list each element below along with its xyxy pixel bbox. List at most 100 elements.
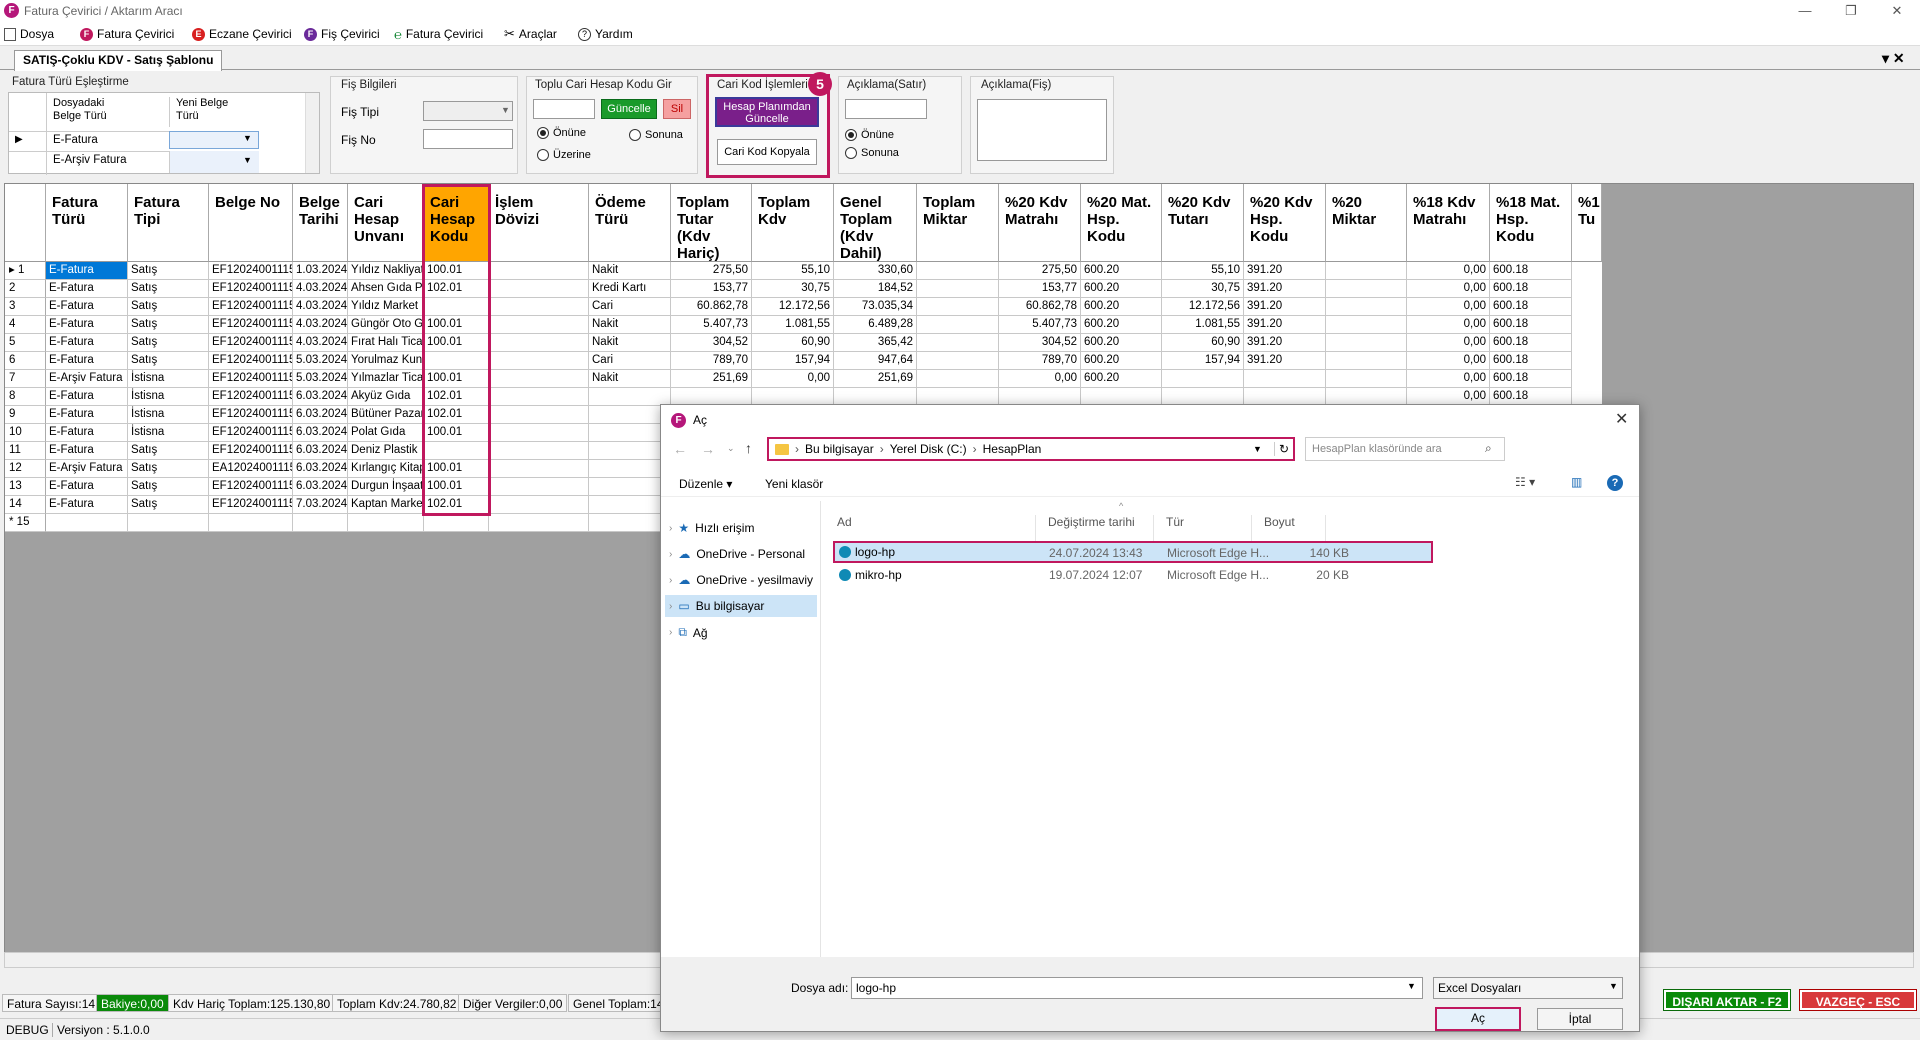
grid-cell[interactable] [489, 262, 589, 280]
grid-cell[interactable]: İstisna [128, 424, 209, 442]
nav-onedrive-personal[interactable]: › ☁ OneDrive - Personal [669, 547, 805, 561]
scrollbar[interactable] [305, 93, 319, 173]
file-row-mikro-hp[interactable]: mikro-hp 19.07.2024 12:07 Microsoft Edge… [835, 565, 1435, 585]
grid-cell[interactable]: Deniz Plastik [348, 442, 424, 460]
grid-cell[interactable]: 184,52 [834, 280, 917, 298]
grid-cell[interactable]: E-Fatura [46, 262, 128, 280]
grid-cell[interactable]: Satış [128, 334, 209, 352]
grid-cell[interactable]: 6.03.2024 [293, 406, 348, 424]
breadcrumb-hesapplan[interactable]: HesapPlan [983, 442, 1042, 456]
grid-cell[interactable]: E-Fatura [46, 298, 128, 316]
grid-cell[interactable]: 5.407,73 [999, 316, 1081, 334]
chevron-down-icon[interactable]: ▼ [243, 133, 252, 143]
column-header[interactable]: %20 Kdv Matrahı [999, 184, 1081, 262]
grid-cell[interactable]: 391.20 [1244, 334, 1326, 352]
grid-cell[interactable] [46, 514, 128, 532]
grid-cell[interactable]: 391.20 [1244, 262, 1326, 280]
grid-cell[interactable]: EF12024001115... [209, 388, 293, 406]
help-icon[interactable]: ? [1607, 475, 1623, 491]
grid-cell[interactable]: 600.20 [1081, 352, 1162, 370]
refresh-icon[interactable]: ↻ [1273, 442, 1289, 456]
grid-cell[interactable]: 365,42 [834, 334, 917, 352]
grid-cell[interactable]: 100.01 [424, 370, 489, 388]
grid-cell[interactable] [128, 514, 209, 532]
grid-cell[interactable]: E-Arşiv Fatura [46, 370, 128, 388]
grid-cell[interactable]: 100.01 [424, 262, 489, 280]
grid-cell[interactable] [489, 424, 589, 442]
tab-satis-sablonu[interactable]: SATIŞ-Çoklu KDV - Satış Şablonu [14, 50, 223, 71]
view-options-icon[interactable]: ☷ ▾ [1515, 475, 1535, 489]
dialog-close-icon[interactable]: ✕ [1615, 409, 1628, 429]
grid-cell[interactable]: Yılmazlar Ticaret [348, 370, 424, 388]
grid-cell[interactable]: 12.172,56 [752, 298, 834, 316]
grid-cell[interactable] [1326, 298, 1407, 316]
grid-cell[interactable]: Satış [128, 442, 209, 460]
grid-cell[interactable]: Yıldız Market [348, 298, 424, 316]
grid-cell[interactable]: 102.01 [424, 496, 489, 514]
column-header[interactable]: Cari Hesap Kodu [424, 184, 489, 262]
grid-cell[interactable]: 60.862,78 [999, 298, 1081, 316]
grid-cell[interactable] [489, 352, 589, 370]
grid-cell[interactable] [424, 514, 489, 532]
table-row[interactable]: ▸ 1E-FaturaSatışEF12024001115...1.03.202… [5, 262, 1602, 280]
ac-button[interactable]: Aç [1435, 1007, 1521, 1031]
grid-cell[interactable]: 600.20 [1081, 298, 1162, 316]
grid-cell[interactable] [1326, 370, 1407, 388]
grid-cell[interactable]: 6.489,28 [834, 316, 917, 334]
grid-cell[interactable]: Satış [128, 298, 209, 316]
grid-cell[interactable]: E-Fatura [46, 406, 128, 424]
forward-icon[interactable]: → [701, 441, 715, 457]
column-header[interactable]: Belge Tarihi [293, 184, 348, 262]
grid-cell[interactable]: Satış [128, 496, 209, 514]
grid-cell[interactable]: EF12024001115... [209, 262, 293, 280]
grid-cell[interactable]: 102.01 [424, 388, 489, 406]
chevron-down-icon[interactable]: ▼ [501, 105, 510, 115]
grid-cell[interactable]: 157,94 [752, 352, 834, 370]
grid-cell[interactable]: 55,10 [752, 262, 834, 280]
grid-cell[interactable] [1326, 316, 1407, 334]
grid-cell[interactable]: 100.01 [424, 334, 489, 352]
grid-cell[interactable] [917, 316, 999, 334]
column-header[interactable]: İşlem Dövizi [489, 184, 589, 262]
grid-cell[interactable] [424, 442, 489, 460]
grid-cell[interactable]: Satış [128, 352, 209, 370]
grid-cell[interactable] [917, 352, 999, 370]
sil-button[interactable]: Sil [663, 99, 691, 119]
grid-cell[interactable] [424, 352, 489, 370]
col-boyut[interactable]: Boyut [1251, 515, 1295, 541]
grid-cell[interactable]: Bütüner Pazarl... [348, 406, 424, 424]
grid-cell[interactable]: 600.18 [1490, 280, 1572, 298]
menu-dosya[interactable]: Dosya [4, 26, 54, 42]
grid-cell[interactable]: 0,00 [999, 370, 1081, 388]
column-header[interactable]: Toplam Tutar (Kdv Hariç) [671, 184, 752, 262]
grid-cell[interactable]: Nakit [589, 262, 671, 280]
grid-cell[interactable] [489, 406, 589, 424]
grid-cell[interactable] [589, 388, 671, 406]
minimize-icon[interactable]: — [1782, 0, 1828, 22]
grid-cell[interactable]: EF12024001115... [209, 406, 293, 424]
grid-cell[interactable]: 6.03.2024 [293, 460, 348, 478]
grid-cell[interactable]: Nakit [589, 334, 671, 352]
grid-cell[interactable] [917, 262, 999, 280]
grid-cell[interactable]: 330,60 [834, 262, 917, 280]
grid-cell[interactable]: Ahsen Gıda Pa... [348, 280, 424, 298]
grid-cell[interactable] [589, 424, 671, 442]
grid-cell[interactable]: 30,75 [752, 280, 834, 298]
grid-cell[interactable] [1326, 280, 1407, 298]
grid-cell[interactable]: Nakit [589, 370, 671, 388]
grid-cell[interactable]: İstisna [128, 388, 209, 406]
grid-cell[interactable]: Akyüz Gıda [348, 388, 424, 406]
column-header[interactable]: %20 Kdv Tutarı [1162, 184, 1244, 262]
guncelle-button[interactable]: Güncelle [601, 99, 657, 119]
grid-cell[interactable]: 6.03.2024 [293, 424, 348, 442]
up-icon[interactable]: ↑ [745, 440, 752, 456]
column-header[interactable]: Toplam Kdv [752, 184, 834, 262]
grid-cell[interactable]: 60,90 [752, 334, 834, 352]
iptal-button[interactable]: İptal [1537, 1008, 1623, 1030]
grid-cell[interactable]: 55,10 [1162, 262, 1244, 280]
nav-onedrive-yesilmavi[interactable]: › ☁ OneDrive - yesilmaviy [669, 573, 821, 587]
grid-cell[interactable]: 100.01 [424, 424, 489, 442]
grid-cell[interactable]: 5.407,73 [671, 316, 752, 334]
grid-cell[interactable] [489, 514, 589, 532]
column-header[interactable]: %18 Mat. Hsp. Kodu [1490, 184, 1572, 262]
